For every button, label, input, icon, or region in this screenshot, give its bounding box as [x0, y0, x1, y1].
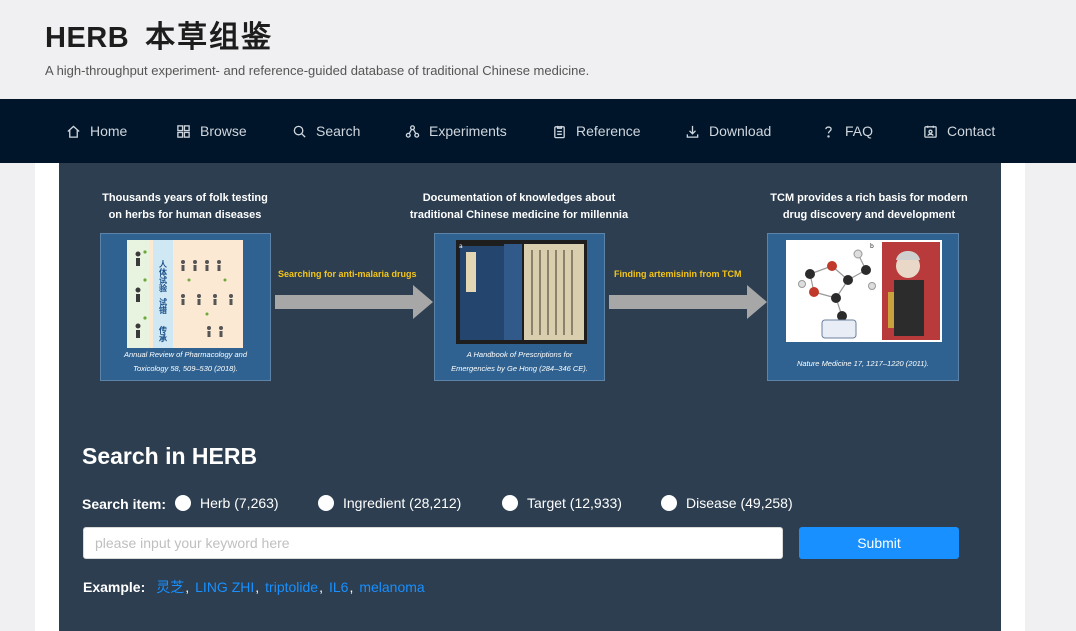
- example-separator: ,: [349, 579, 354, 595]
- home-icon: [67, 124, 80, 138]
- stage2-title-line2: traditional Chinese medicine for millenn…: [409, 209, 629, 221]
- arrow1-label: Searching for anti-malaria drugs: [278, 269, 417, 279]
- example-keywords: Example: 灵芝, LING ZHI, triptolide, IL6, …: [83, 577, 425, 597]
- stage2-caption: A Handbook of Prescriptions for Emergenc…: [435, 348, 604, 376]
- nav-reference-label: Reference: [576, 123, 641, 139]
- stage1-caption-line1: Annual Review of Pharmacology and: [124, 350, 247, 359]
- arrow-right-icon: [609, 285, 767, 319]
- radio-ingredient-circle[interactable]: [318, 495, 334, 511]
- nav-browse[interactable]: Browse: [176, 99, 247, 163]
- right-gutter: [1001, 163, 1025, 631]
- folk-testing-figure: 人体试验 试错 传承 Annual Review of Pharmacology…: [100, 233, 271, 381]
- stage3-title: TCM provides a rich basis for modern dru…: [754, 190, 984, 224]
- stage2-caption-line1: A Handbook of Prescriptions for: [466, 350, 573, 359]
- nav-faq[interactable]: FAQ: [821, 99, 873, 163]
- radio-herb-label: Herb (7,263): [200, 495, 279, 511]
- example-separator: ,: [255, 579, 260, 595]
- radio-target[interactable]: Target (12,933): [502, 495, 622, 511]
- nav-home-label: Home: [90, 123, 128, 139]
- stage1-caption: Annual Review of Pharmacology and Toxico…: [101, 348, 270, 376]
- main-navbar: Home Browse Search Experiments Reference…: [0, 99, 1076, 163]
- nav-reference[interactable]: Reference: [552, 99, 641, 163]
- site-tagline: A high-throughput experiment- and refere…: [45, 63, 590, 78]
- molecule-photo-illustration: b: [786, 240, 942, 342]
- download-icon: [686, 125, 699, 138]
- figure-label-trial-error: 试错: [159, 297, 168, 315]
- artemisinin-figure: b Nature Medicine 17, 1217–1220 (2011).: [767, 233, 959, 381]
- nav-faq-label: FAQ: [845, 123, 874, 139]
- main-content: Thousands years of folk testing on herbs…: [59, 163, 1001, 631]
- example-label: Example:: [83, 579, 146, 595]
- example-link-triptolide[interactable]: triptolide: [265, 579, 318, 595]
- search-title: Search in HERB: [82, 443, 258, 469]
- nav-download-label: Download: [709, 123, 772, 139]
- example-separator: ,: [185, 579, 190, 595]
- nav-search-label: Search: [316, 123, 361, 139]
- keyword-search-input[interactable]: [83, 527, 783, 559]
- search-item-label: Search item:: [82, 496, 167, 512]
- stage1-title-line1: Thousands years of folk testing: [102, 192, 268, 204]
- nav-home[interactable]: Home: [66, 99, 127, 163]
- brand-title-zh: 本草组鉴: [145, 20, 274, 55]
- radio-ingredient-label: Ingredient (28,212): [343, 495, 462, 511]
- radio-ingredient[interactable]: Ingredient (28,212): [318, 495, 461, 511]
- document-icon: [554, 125, 565, 138]
- left-gutter: [35, 163, 59, 631]
- stage3-title-line2: drug discovery and development: [782, 209, 956, 221]
- example-separator: ,: [319, 579, 323, 595]
- stage1-title-line2: on herbs for human diseases: [108, 209, 262, 221]
- panel3-letter: b: [870, 243, 874, 250]
- nav-experiments-label: Experiments: [429, 123, 507, 139]
- figure-label-human-trial: 人体试验: [158, 259, 168, 293]
- stage2-title-line1: Documentation of knowledges about: [422, 192, 616, 204]
- nav-search[interactable]: Search: [292, 99, 360, 163]
- search-icon: [293, 125, 306, 138]
- question-icon: [825, 125, 832, 138]
- radio-target-circle[interactable]: [502, 495, 518, 511]
- stage3-caption: Nature Medicine 17, 1217–1220 (2011).: [768, 357, 958, 371]
- network-icon: [405, 124, 420, 138]
- nav-experiments[interactable]: Experiments: [405, 99, 507, 163]
- stage3-caption-line1: Nature Medicine 17, 1217–1220 (2011).: [796, 359, 930, 368]
- radio-disease-label: Disease (49,258): [686, 495, 793, 511]
- stage2-caption-line2: Emergencies by Ge Hong (284–346 CE).: [451, 364, 588, 373]
- radio-disease[interactable]: Disease (49,258): [661, 495, 793, 511]
- panel2-letter: a: [459, 243, 463, 250]
- ancient-book-figure: a A Handbook of Prescriptions for Emerge…: [434, 233, 605, 381]
- example-link-il6[interactable]: IL6: [329, 579, 348, 595]
- nav-browse-label: Browse: [200, 123, 247, 139]
- example-link-lingzhi-zh[interactable]: 灵芝: [156, 577, 184, 597]
- arrow-right-icon: [275, 285, 433, 319]
- stage3-title-line1: TCM provides a rich basis for modern: [770, 192, 968, 204]
- nav-contact[interactable]: Contact: [923, 99, 995, 163]
- radio-herb-circle[interactable]: [175, 495, 191, 511]
- example-link-lingzhi[interactable]: LING ZHI: [195, 579, 254, 595]
- stage1-title: Thousands years of folk testing on herbs…: [85, 190, 285, 224]
- brand-title-en: HERB: [45, 22, 130, 54]
- example-link-melanoma[interactable]: melanoma: [359, 579, 424, 595]
- ancient-book-illustration: a: [456, 240, 587, 344]
- radio-herb[interactable]: Herb (7,263): [175, 495, 279, 511]
- arrow2-label: Finding artemisinin from TCM: [614, 269, 742, 279]
- submit-button[interactable]: Submit: [799, 527, 959, 559]
- stage1-caption-line2: Toxicology 58, 509–530 (2018).: [133, 364, 238, 373]
- radio-disease-circle[interactable]: [661, 495, 677, 511]
- contact-icon: [924, 125, 937, 138]
- human-testing-illustration: 人体试验 试错 传承: [127, 240, 243, 348]
- site-brand[interactable]: HERB 本草组鉴: [45, 12, 273, 56]
- nav-contact-label: Contact: [947, 123, 996, 139]
- nav-download[interactable]: Download: [685, 99, 771, 163]
- stage2-title: Documentation of knowledges about tradit…: [404, 190, 634, 224]
- radio-target-label: Target (12,933): [527, 495, 622, 511]
- figure-label-inheritance: 传承: [159, 325, 168, 343]
- site-header: HERB 本草组鉴 A high-throughput experiment- …: [0, 0, 1076, 99]
- grid-icon: [177, 124, 190, 138]
